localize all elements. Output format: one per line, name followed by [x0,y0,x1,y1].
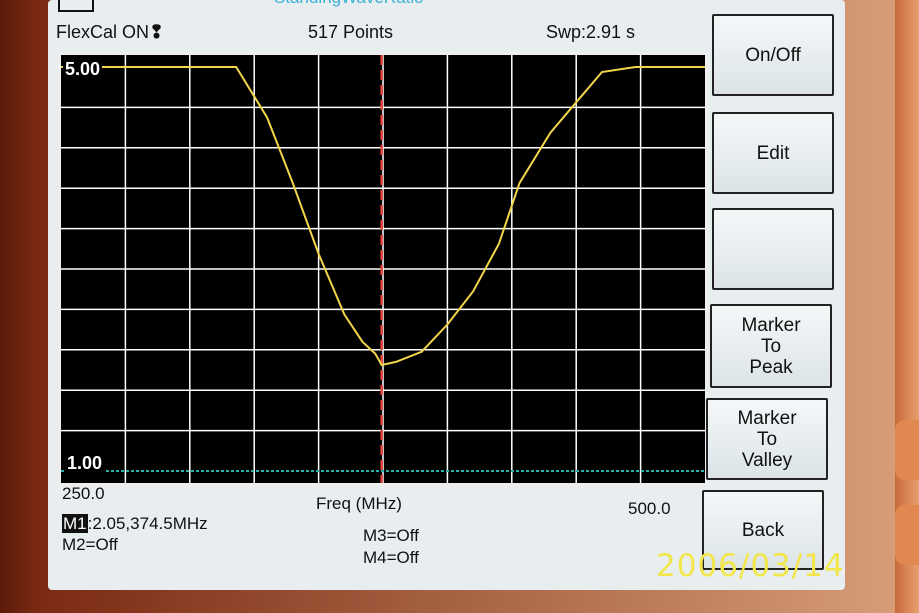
x-end-label: 500.0 [628,499,671,518]
marker-m4-readout: M4=Off [363,548,419,567]
marker-m1-tag: M1 [62,514,88,533]
exclamation-icon: ❢ [149,22,165,42]
measurement-title: StandingWaveRatio [274,0,504,8]
swr-plot[interactable]: 5.00 1.00 [58,52,708,486]
softkey-back-label: Back [741,519,785,541]
battery-icon [58,0,94,12]
x-axis-label: Freq (MHz) [316,494,402,513]
flexcal-label: FlexCal ON [56,22,150,42]
flexcal-status: FlexCal ON❢ [56,22,164,43]
softkey-marker-to-valley-label: Marker To Valley [737,407,797,471]
marker-m1-readout: M1:2.05,374.5MHz [62,514,208,534]
plot-canvas [61,55,705,483]
marker-m2-readout: M2=Off [62,535,118,554]
softkey-on-off[interactable]: On/Off [712,14,834,96]
x-start-label: 250.0 [62,484,105,503]
hard-key-upper[interactable] [895,420,919,480]
y-bottom-label: 1.00 [65,453,105,474]
softkey-marker-to-peak-label: Marker To Peak [741,314,801,378]
softkey-edit-label: Edit [756,142,790,164]
y-top-label: 5.00 [63,59,103,80]
marker-m1-value: :2.05,374.5MHz [87,514,208,533]
photo-date-stamp: 2006/03/14 [656,548,845,584]
hard-key-lower[interactable] [895,505,919,565]
softkey-edit[interactable]: Edit [712,112,834,194]
softkey-marker-to-peak[interactable]: Marker To Peak [710,304,832,388]
marker-m3-readout: M3=Off [363,526,419,545]
softkey-blank[interactable] [712,208,834,290]
softkey-marker-to-valley[interactable]: Marker To Valley [706,398,828,480]
softkey-on-off-label: On/Off [745,44,801,66]
points-count: 517 Points [308,22,394,42]
sweep-time: Swp:2.91 s [546,22,636,42]
